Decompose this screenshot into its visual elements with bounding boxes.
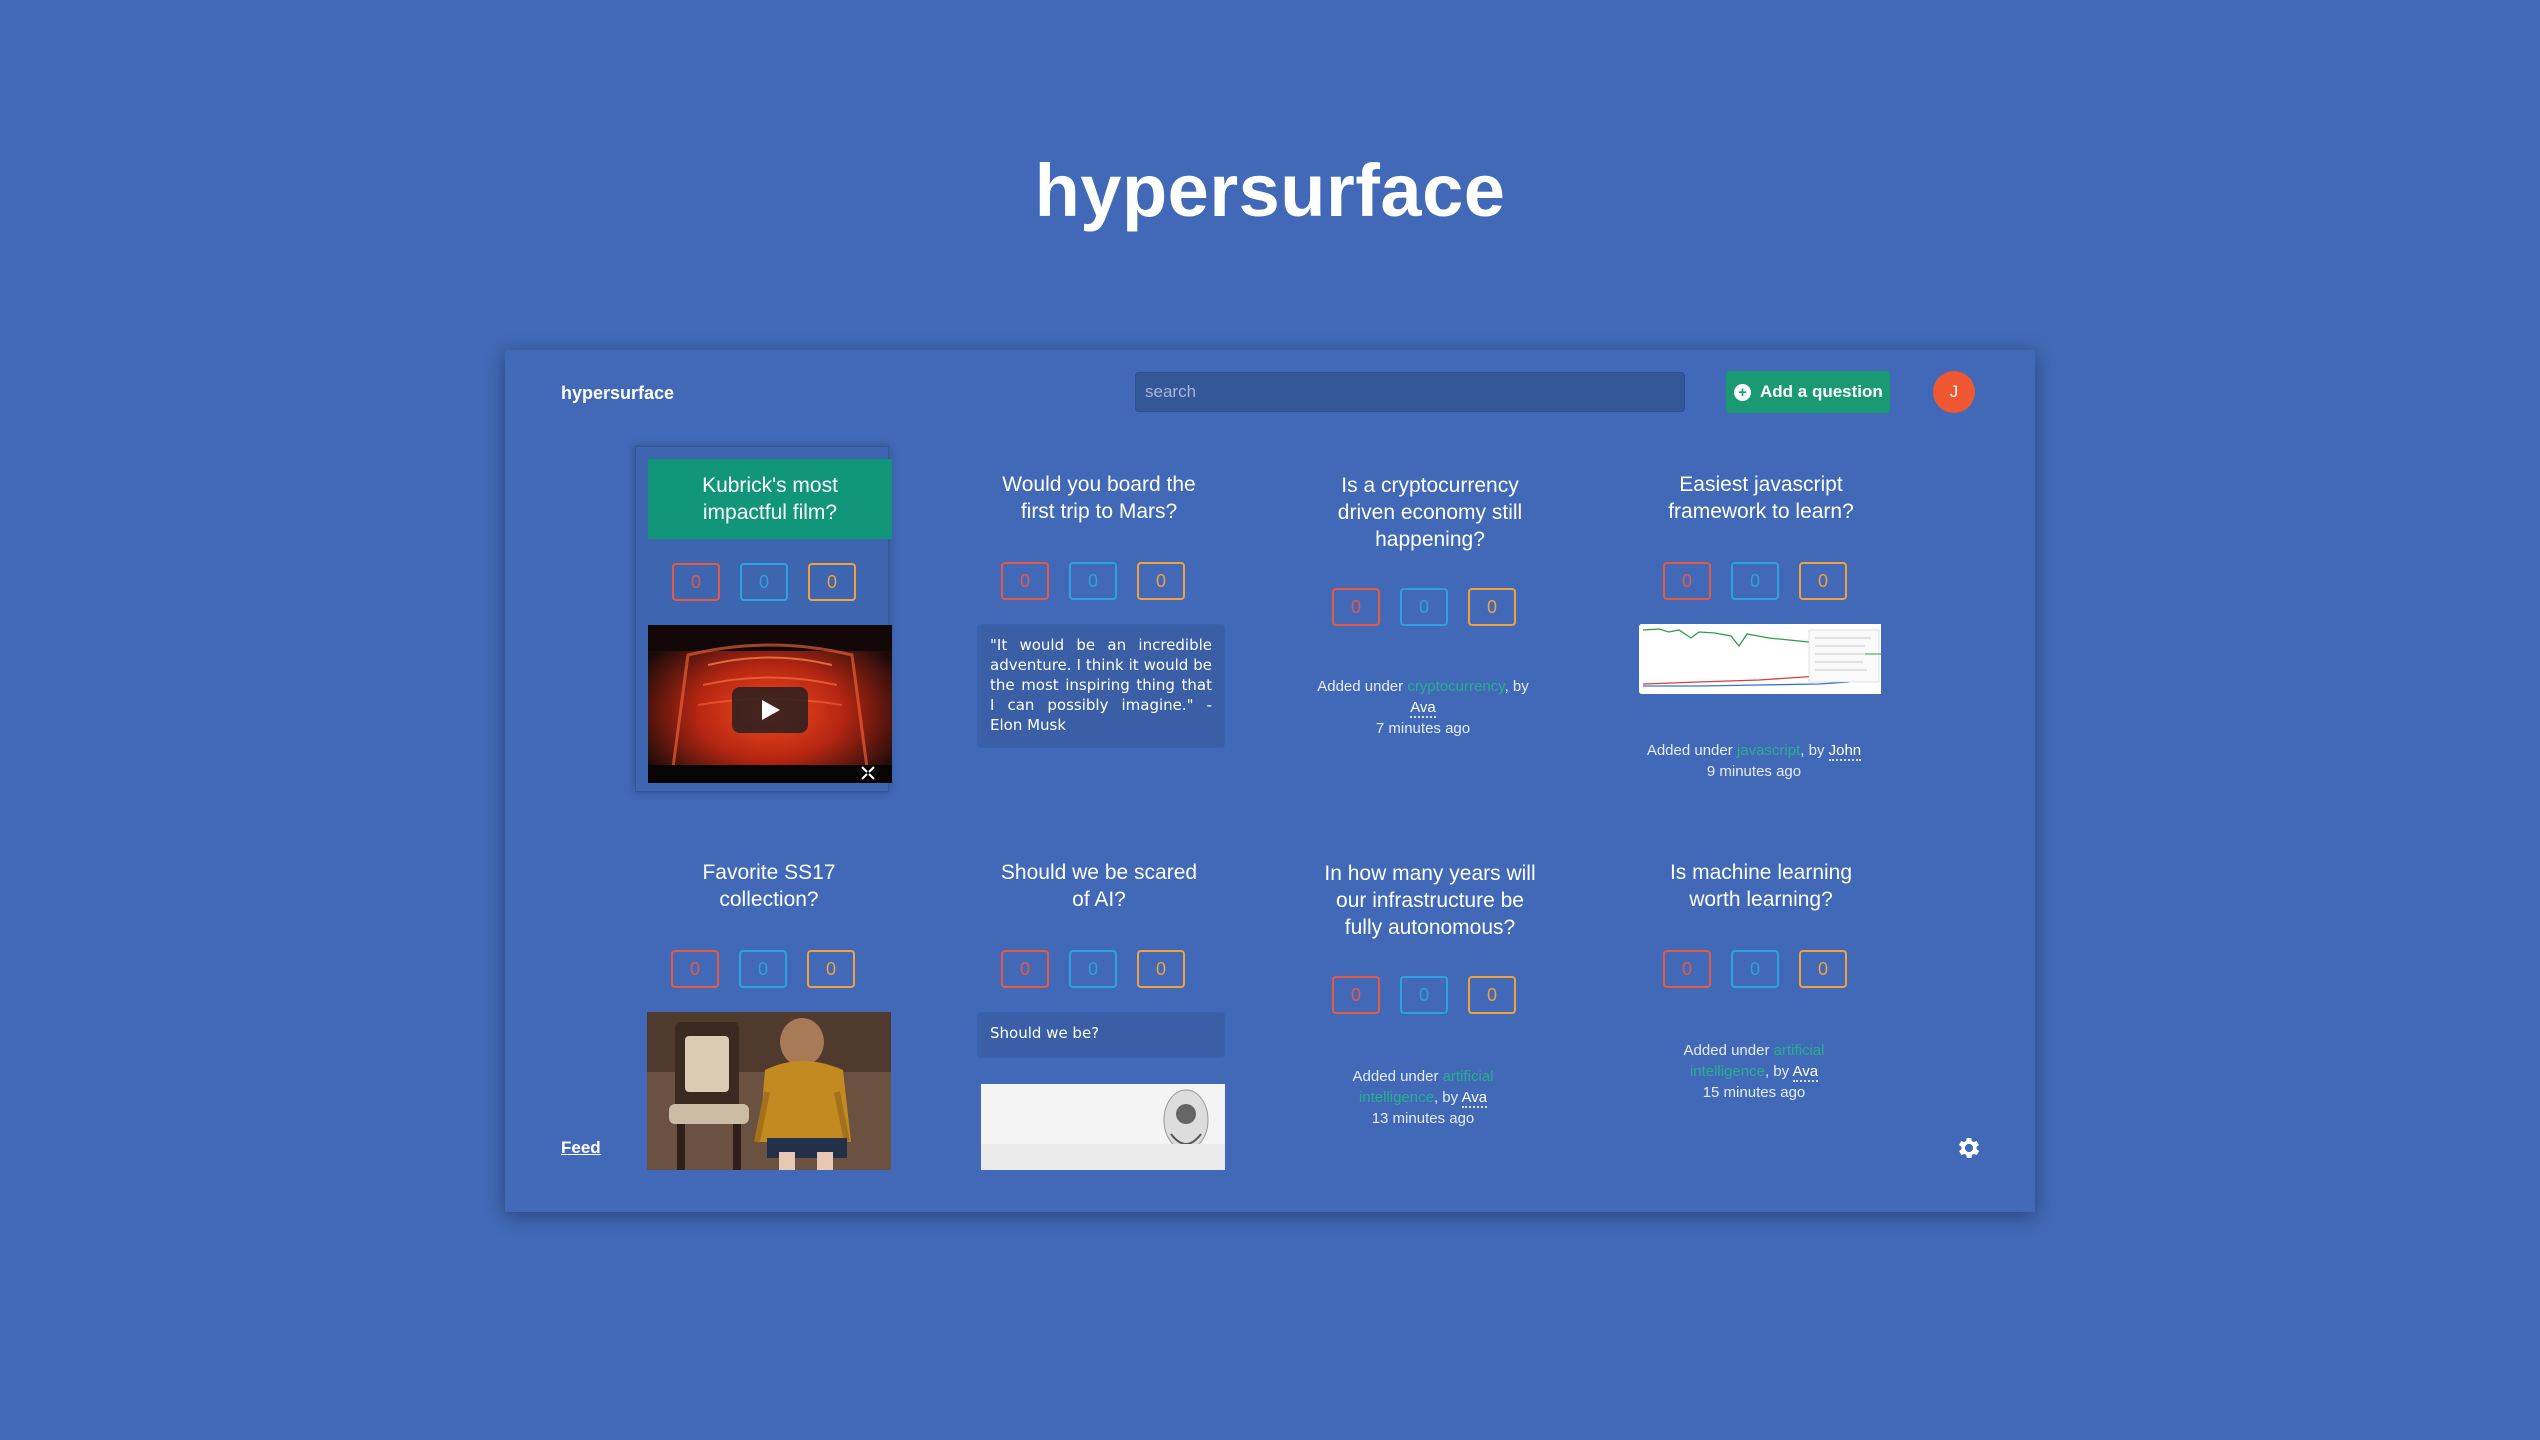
video-thumbnail[interactable] xyxy=(648,625,892,783)
user-link[interactable]: Ava xyxy=(1792,1063,1819,1082)
timestamp: 15 minutes ago xyxy=(1702,1084,1806,1101)
quote-text: Should we be? xyxy=(977,1012,1225,1058)
vote-group: 0 0 0 xyxy=(1001,950,1185,988)
user-link[interactable]: Ava xyxy=(1461,1089,1488,1108)
card-title[interactable]: Should we be scared of AI? xyxy=(977,846,1221,926)
card-meta: Added under artificial intelligence, by … xyxy=(1589,1040,1919,1103)
tag-link[interactable]: cryptocurrency xyxy=(1407,678,1504,695)
card-title[interactable]: Easiest javascript framework to learn? xyxy=(1639,458,1881,538)
tag-link[interactable]: javascript xyxy=(1737,742,1800,759)
vote-button-blue[interactable]: 0 xyxy=(1069,562,1117,600)
vote-button-red[interactable]: 0 xyxy=(1663,562,1711,600)
meta-prefix: Added under xyxy=(1683,1042,1774,1059)
timestamp: 13 minutes ago xyxy=(1371,1110,1475,1127)
vote-button-orange[interactable]: 0 xyxy=(1137,950,1185,988)
vote-button-orange[interactable]: 0 xyxy=(1799,950,1847,988)
vote-group: 0 0 0 xyxy=(1001,562,1185,600)
vote-button-orange[interactable]: 0 xyxy=(807,950,855,988)
question-card[interactable]: In how many years will our infrastructur… xyxy=(1296,834,1550,1180)
question-card[interactable]: Easiest javascript framework to learn? 0… xyxy=(1627,446,1881,792)
timestamp: 9 minutes ago xyxy=(1706,763,1802,780)
chart-thumbnail[interactable] xyxy=(1639,624,1881,694)
card-title[interactable]: Favorite SS17 collection? xyxy=(647,846,891,926)
question-card[interactable]: Kubrick's most impactful film? 0 0 0 xyxy=(635,446,892,792)
avatar[interactable]: J xyxy=(1933,371,1975,413)
meta-prefix: Added under xyxy=(1646,742,1737,759)
vote-button-red[interactable]: 0 xyxy=(1663,950,1711,988)
meta-by: , by xyxy=(1764,1063,1793,1080)
vote-button-red[interactable]: 0 xyxy=(671,950,719,988)
vote-button-blue[interactable]: 0 xyxy=(1731,562,1779,600)
question-card[interactable]: Is a cryptocurrency driven economy still… xyxy=(1296,446,1550,792)
user-link[interactable]: Ava xyxy=(1410,699,1436,718)
fashion-photo[interactable] xyxy=(647,1012,891,1170)
fullscreen-icon[interactable] xyxy=(860,765,876,781)
vote-button-orange[interactable]: 0 xyxy=(1468,588,1516,626)
card-title[interactable]: Would you board the first trip to Mars? xyxy=(977,458,1221,538)
meta-by: , by xyxy=(1504,678,1529,695)
gear-icon[interactable] xyxy=(1955,1134,1983,1162)
question-card[interactable]: Should we be scared of AI? 0 0 0 Should … xyxy=(965,834,1225,1180)
card-title[interactable]: In how many years will our infrastructur… xyxy=(1308,846,1552,954)
play-icon[interactable] xyxy=(732,687,808,733)
vote-button-blue[interactable]: 0 xyxy=(739,950,787,988)
vote-group: 0 0 0 xyxy=(1332,976,1516,1014)
vote-button-red[interactable]: 0 xyxy=(1332,588,1380,626)
vote-group: 0 0 0 xyxy=(1663,950,1847,988)
vote-button-blue[interactable]: 0 xyxy=(1731,950,1779,988)
question-card[interactable]: Would you board the first trip to Mars? … xyxy=(965,446,1225,792)
meta-by: , by xyxy=(1800,742,1829,759)
quote-text: "It would be an incredible adventure. I … xyxy=(977,624,1225,748)
vote-button-blue[interactable]: 0 xyxy=(1400,976,1448,1014)
card-title[interactable]: Kubrick's most impactful film? xyxy=(648,459,892,539)
vote-button-red[interactable]: 0 xyxy=(672,563,720,601)
user-link[interactable]: John xyxy=(1828,742,1862,761)
vote-group: 0 0 0 xyxy=(671,950,855,988)
vote-button-red[interactable]: 0 xyxy=(1001,950,1049,988)
feed-link[interactable]: Feed xyxy=(561,1138,601,1158)
card-meta: Added under artificial intelligence, by … xyxy=(1258,1066,1588,1129)
vote-button-orange[interactable]: 0 xyxy=(1799,562,1847,600)
vote-button-blue[interactable]: 0 xyxy=(740,563,788,601)
vote-button-orange[interactable]: 0 xyxy=(808,563,856,601)
vote-button-blue[interactable]: 0 xyxy=(1069,950,1117,988)
brand-logo[interactable]: hypersurface xyxy=(561,383,674,404)
vote-button-orange[interactable]: 0 xyxy=(1137,562,1185,600)
vote-button-red[interactable]: 0 xyxy=(1332,976,1380,1014)
question-card[interactable]: Is machine learning worth learning? 0 0 … xyxy=(1627,834,1881,1180)
card-meta: Added under cryptocurrency, by Ava 7 min… xyxy=(1258,676,1588,739)
meta-prefix: Added under xyxy=(1317,678,1408,695)
meta-prefix: Added under xyxy=(1352,1068,1443,1085)
vote-button-red[interactable]: 0 xyxy=(1001,562,1049,600)
hero-title: hypersurface xyxy=(1034,149,1506,232)
vote-button-blue[interactable]: 0 xyxy=(1400,588,1448,626)
app-window: hypersurface + Add a question J Kubrick'… xyxy=(505,350,2035,1212)
question-card[interactable]: Favorite SS17 collection? 0 0 0 xyxy=(635,834,891,1180)
add-question-label: Add a question xyxy=(1760,382,1883,401)
vote-group: 0 0 0 xyxy=(1332,588,1516,626)
meta-by: , by xyxy=(1433,1089,1462,1106)
vote-group: 0 0 0 xyxy=(1663,562,1847,600)
card-title[interactable]: Is a cryptocurrency driven economy still… xyxy=(1308,458,1552,566)
ai-image-thumbnail[interactable] xyxy=(981,1084,1225,1170)
vote-button-orange[interactable]: 0 xyxy=(1468,976,1516,1014)
add-question-button[interactable]: + Add a question xyxy=(1726,371,1890,413)
card-title[interactable]: Is machine learning worth learning? xyxy=(1639,846,1883,926)
card-meta: Added under javascript, by John 9 minute… xyxy=(1627,740,1881,782)
plus-circle-icon: + xyxy=(1734,383,1751,401)
search-input[interactable] xyxy=(1135,372,1685,412)
timestamp: 7 minutes ago xyxy=(1375,720,1471,737)
vote-group: 0 0 0 xyxy=(672,563,856,601)
